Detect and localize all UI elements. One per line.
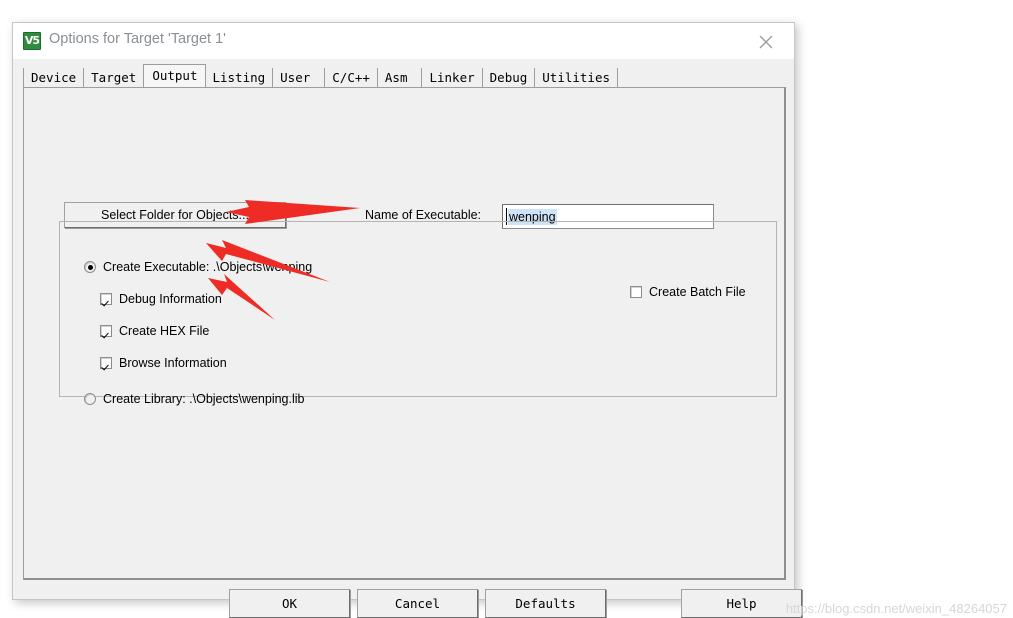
tab-utilities[interactable]: Utilities — [535, 68, 619, 87]
radio-indicator — [84, 261, 96, 273]
tab-target[interactable]: Target — [84, 68, 145, 87]
create-executable-radio[interactable]: Create Executable: .\Objects\wenping — [84, 260, 312, 274]
create-library-label: Create Library: .\Objects\wenping.lib — [103, 392, 305, 406]
browse-information-label: Browse Information — [119, 356, 227, 370]
create-batch-file-label: Create Batch File — [649, 285, 746, 299]
tab-device[interactable]: Device — [23, 68, 85, 87]
tab-output[interactable]: Output — [143, 64, 207, 87]
help-button[interactable]: Help — [681, 589, 802, 618]
window-title: Options for Target 'Target 1' — [49, 31, 226, 47]
create-hex-file-checkbox[interactable]: Create HEX File — [100, 324, 209, 338]
title-bar: V5 Options for Target 'Target 1' — [13, 23, 794, 59]
browse-information-checkbox[interactable]: Browse Information — [100, 356, 227, 370]
debug-information-checkbox[interactable]: Debug Information — [100, 292, 222, 306]
tab-listing[interactable]: Listing — [205, 68, 274, 87]
checkbox-indicator — [100, 325, 112, 337]
tab-asm[interactable]: Asm — [377, 68, 423, 87]
tab-debug[interactable]: Debug — [482, 68, 536, 87]
create-hex-file-label: Create HEX File — [119, 324, 210, 338]
tab-user[interactable]: User — [273, 68, 326, 87]
options-dialog: V5 Options for Target 'Target 1' Device … — [12, 22, 802, 618]
tab-linker[interactable]: Linker — [422, 68, 483, 87]
close-button[interactable] — [746, 25, 786, 57]
keil-uvision-icon-glyph: V5 — [24, 34, 40, 47]
tab-cpp[interactable]: C/C++ — [325, 68, 378, 87]
create-batch-file-checkbox[interactable]: Create Batch File — [630, 285, 746, 299]
keil-uvision-icon: V5 — [23, 32, 41, 50]
name-of-executable-label: Name of Executable: — [365, 208, 482, 222]
cancel-button[interactable]: Cancel — [357, 589, 478, 618]
watermark-text: https://blog.csdn.net/weixin_48264057 — [785, 601, 1007, 616]
close-icon — [759, 35, 773, 49]
create-library-radio[interactable]: Create Library: .\Objects\wenping.lib — [84, 392, 304, 406]
radio-indicator — [84, 393, 96, 405]
defaults-button[interactable]: Defaults — [485, 589, 606, 618]
tab-strip: Device Target Output Listing User C/C++ … — [23, 64, 619, 87]
ok-button[interactable]: OK — [229, 589, 350, 618]
checkbox-indicator — [630, 286, 642, 298]
checkbox-indicator — [100, 357, 112, 369]
output-tab-panel: Select Folder for Objects... Name of Exe… — [23, 87, 786, 580]
create-executable-label: Create Executable: .\Objects\wenping — [103, 260, 313, 274]
output-options-group — [59, 221, 777, 397]
checkbox-indicator — [100, 293, 112, 305]
debug-information-label: Debug Information — [119, 292, 222, 306]
